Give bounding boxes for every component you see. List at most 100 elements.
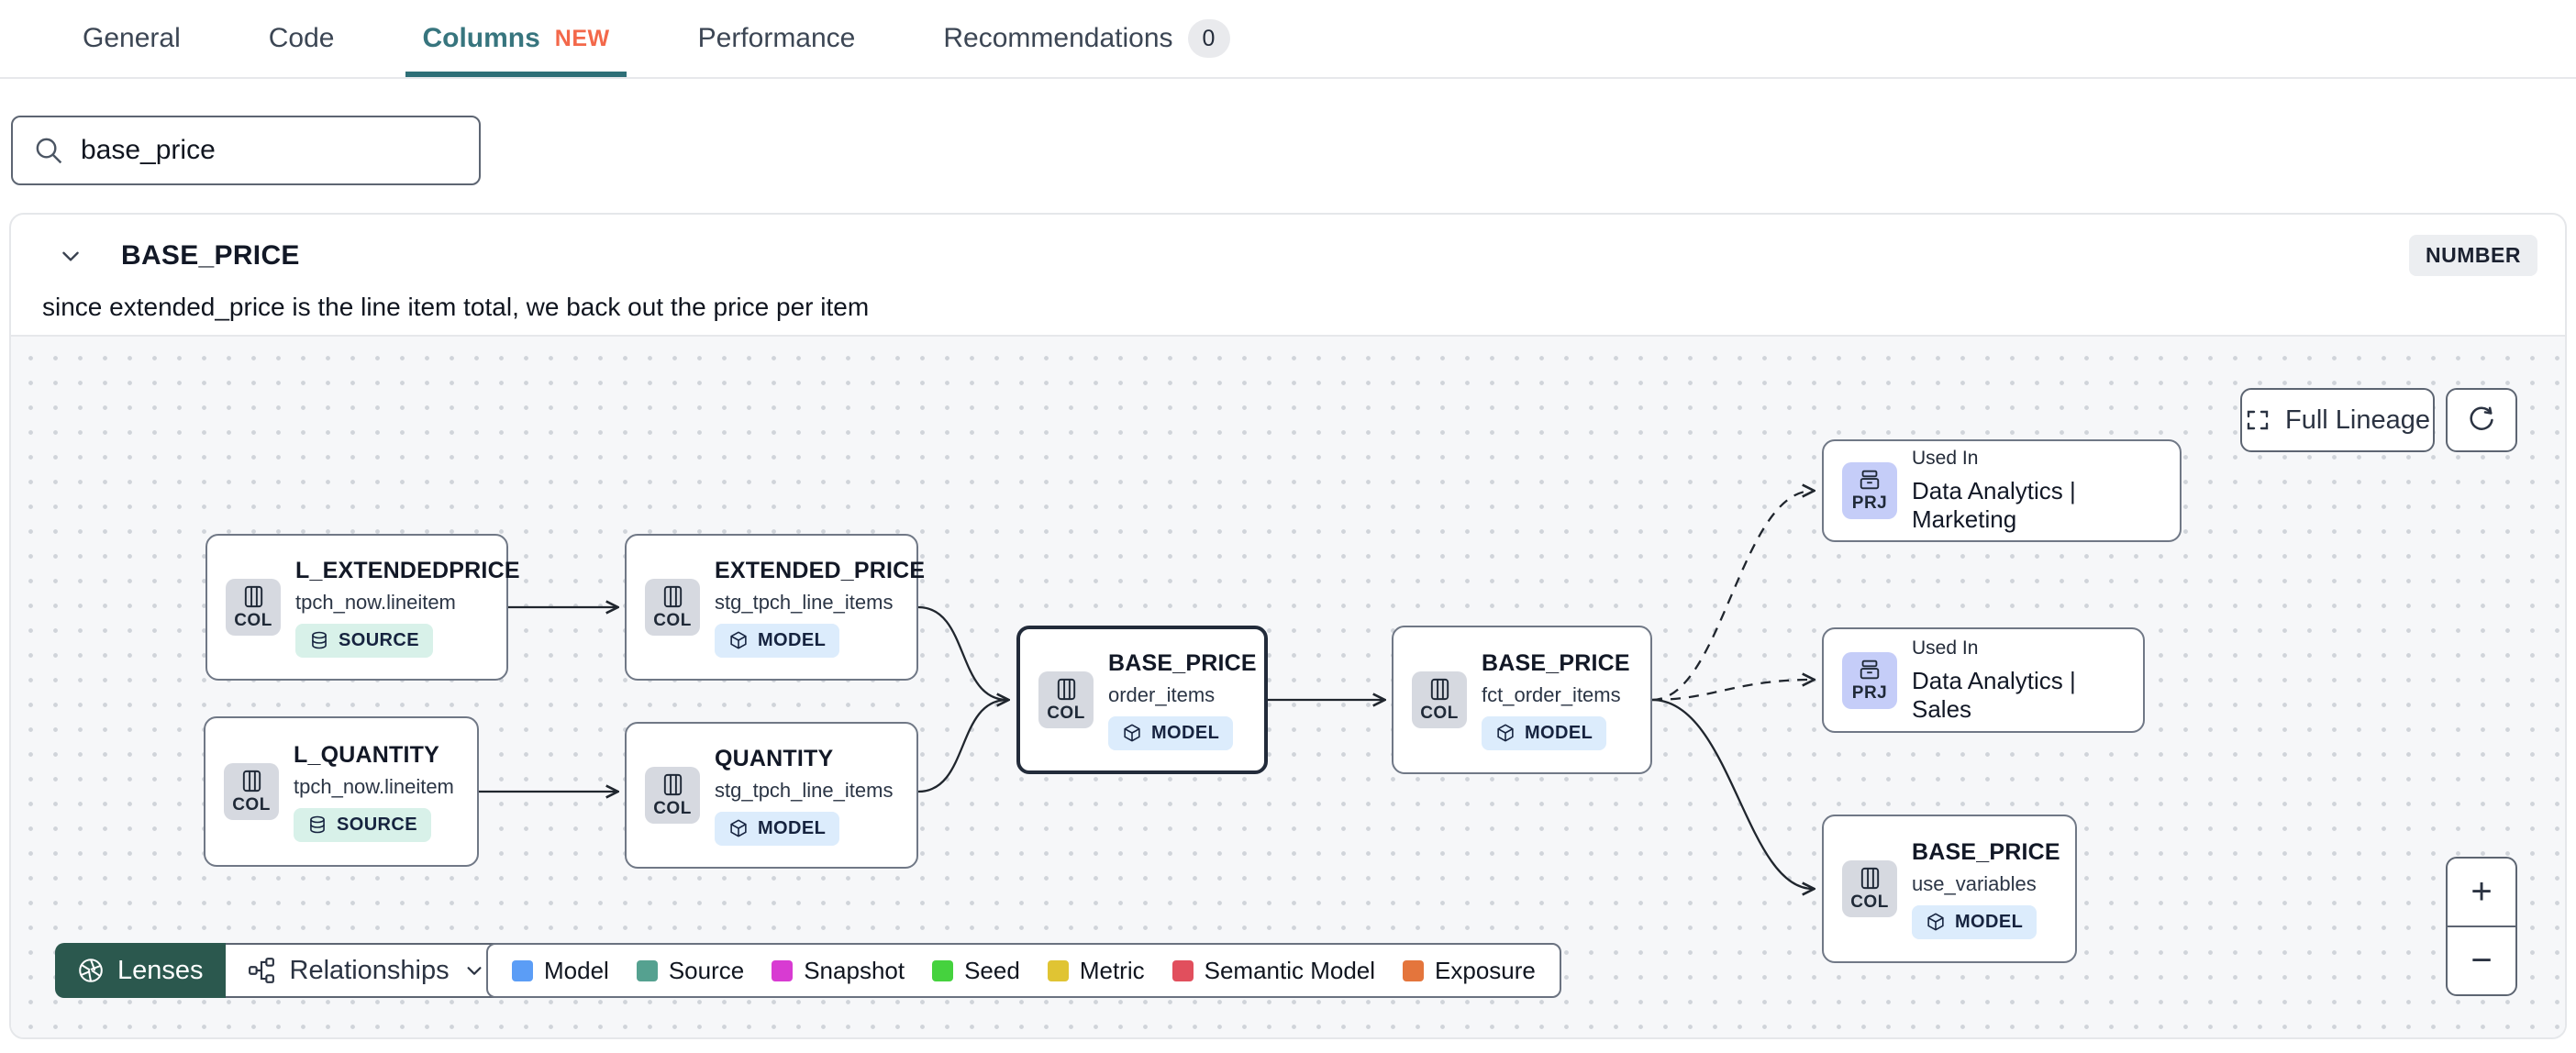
archive-icon [1860, 470, 1880, 490]
lineage-canvas[interactable]: COL L_EXTENDEDPRICE tpch_now.lineitem SO… [11, 335, 2565, 1037]
column-name: BASE_PRICE [121, 239, 300, 271]
semantic-model-swatch [1171, 959, 1194, 981]
lineage-edges [479, 337, 2565, 1037]
archive-icon [1860, 660, 1880, 679]
full-lineage-button[interactable]: Full Lineage [2240, 388, 2435, 452]
legend-item-source: Source [636, 957, 744, 985]
lenses-toolbar: Lenses Relationships [55, 943, 508, 998]
search-row [0, 79, 2576, 185]
node-type-legend: Model Source Snapshot Seed Metric Semant… [486, 943, 1561, 998]
refresh-icon [2470, 406, 2493, 430]
tab-general[interactable]: General [66, 0, 197, 77]
refresh-button[interactable] [2446, 388, 2517, 452]
column-panel-header: BASE_PRICE NUMBER since extended_price i… [11, 215, 2565, 335]
project-chip: PRJ [1842, 651, 1897, 709]
tab-bar: General Code Columns NEW Performance Rec… [0, 0, 2576, 79]
model-swatch [512, 959, 533, 981]
search-box[interactable] [11, 116, 481, 185]
column-chip: COL [226, 579, 281, 636]
node-title: Data Analytics | Marketing [1912, 477, 2076, 533]
model-badge: MODEL [715, 811, 840, 846]
database-icon [310, 815, 325, 834]
collapse-chevron-icon[interactable] [59, 244, 83, 268]
metric-swatch [1047, 959, 1069, 981]
node-title: EXTENDED_PRICE [715, 557, 926, 583]
search-icon [36, 138, 62, 164]
node-subtitle: stg_tpch_line_items [715, 778, 894, 802]
column-chip: COL [645, 579, 700, 636]
node-subtitle: tpch_now.lineitem [295, 590, 456, 614]
lineage-node-used-in-marketing[interactable]: PRJ Used In Data Analytics | Marketing [1822, 439, 2182, 542]
cube-icon [730, 631, 747, 649]
column-chip: COL [645, 767, 700, 824]
node-subtitle: stg_tpch_line_items [715, 590, 894, 614]
columns-icon [244, 585, 262, 607]
lineage-node-base-price-fct-order-items[interactable]: COL BASE_PRICE fct_order_items MODEL [1392, 626, 1652, 774]
tab-code[interactable]: Code [252, 0, 351, 77]
columns-icon [1057, 678, 1075, 700]
legend-item-model: Model [512, 957, 609, 985]
zoom-in-button[interactable]: + [2448, 859, 2515, 927]
node-title: Data Analytics | Sales [1912, 666, 2076, 723]
model-badge: MODEL [1482, 715, 1607, 750]
node-subtitle: order_items [1108, 682, 1216, 706]
lenses-button[interactable]: Lenses [55, 943, 226, 998]
source-badge: SOURCE [295, 623, 433, 658]
columns-icon [242, 770, 261, 792]
used-in-label: Used In [1912, 448, 1979, 469]
column-lineage-page: General Code Columns NEW Performance Rec… [0, 0, 2576, 1053]
columns-icon [1860, 867, 1879, 889]
lineage-node-l-extendedprice[interactable]: COL L_EXTENDEDPRICE tpch_now.lineitem SO… [205, 534, 520, 681]
seed-swatch [932, 959, 954, 981]
legend-item-snapshot: Snapshot [772, 957, 905, 985]
node-title: L_EXTENDEDPRICE [295, 557, 520, 583]
zoom-out-button[interactable]: − [2448, 927, 2515, 994]
node-title: BASE_PRICE [1108, 649, 1257, 676]
tab-recommendations[interactable]: Recommendations 0 [927, 0, 1246, 77]
column-panel: BASE_PRICE NUMBER since extended_price i… [9, 213, 2567, 1039]
node-subtitle: use_variables [1912, 871, 2037, 895]
column-chip: COL [224, 763, 279, 820]
columns-icon [1430, 678, 1449, 700]
lineage-node-extended-price[interactable]: COL EXTENDED_PRICE stg_tpch_line_items M… [625, 534, 925, 681]
lineage-node-l-quantity[interactable]: COL L_QUANTITY tpch_now.lineitem SOURCE [204, 716, 479, 867]
legend-item-metric: Metric [1047, 957, 1145, 985]
model-badge: MODEL [1912, 904, 2037, 939]
search-input[interactable] [81, 135, 459, 166]
legend-item-exposure: Exposure [1403, 957, 1536, 985]
lineage-node-base-price-order-items-selected[interactable]: COL BASE_PRICE order_items MODEL [1016, 626, 1268, 774]
lineage-node-used-in-sales[interactable]: PRJ Used In Data Analytics | Sales [1822, 627, 2145, 733]
legend-item-seed: Seed [932, 957, 1020, 985]
column-chip: COL [1038, 671, 1094, 728]
recommendations-count-badge: 0 [1187, 19, 1230, 58]
tab-performance[interactable]: Performance [682, 0, 872, 77]
node-subtitle: fct_order_items [1482, 682, 1621, 706]
lineage-node-quantity[interactable]: COL QUANTITY stg_tpch_line_items MODEL [625, 722, 918, 869]
column-chip: COL [1842, 860, 1897, 917]
model-badge: MODEL [715, 623, 840, 658]
database-icon [312, 631, 327, 649]
columns-icon [663, 585, 682, 607]
lineage-node-base-price-use-variables[interactable]: COL BASE_PRICE use_variables MODEL [1822, 815, 2077, 963]
project-chip: PRJ [1842, 462, 1897, 519]
relationships-dropdown[interactable]: Relationships [225, 943, 508, 998]
expand-icon [2247, 410, 2269, 430]
column-chip: COL [1412, 671, 1467, 728]
used-in-label: Used In [1912, 637, 1979, 659]
cube-icon [730, 819, 747, 837]
new-badge: NEW [554, 25, 610, 51]
node-title: L_QUANTITY [294, 741, 439, 768]
model-badge: MODEL [1108, 715, 1234, 750]
node-title: QUANTITY [715, 745, 834, 771]
node-title: BASE_PRICE [1482, 649, 1630, 676]
source-swatch [636, 959, 658, 981]
cube-icon [1124, 724, 1140, 742]
cube-icon [1927, 913, 1944, 931]
tab-columns[interactable]: Columns NEW [405, 0, 627, 77]
aperture-icon [79, 959, 103, 982]
snapshot-swatch [772, 959, 794, 981]
node-subtitle: tpch_now.lineitem [294, 774, 454, 798]
source-badge: SOURCE [294, 807, 431, 842]
node-title: BASE_PRICE [1912, 838, 2060, 865]
legend-item-semantic-model: Semantic Model [1171, 957, 1375, 985]
